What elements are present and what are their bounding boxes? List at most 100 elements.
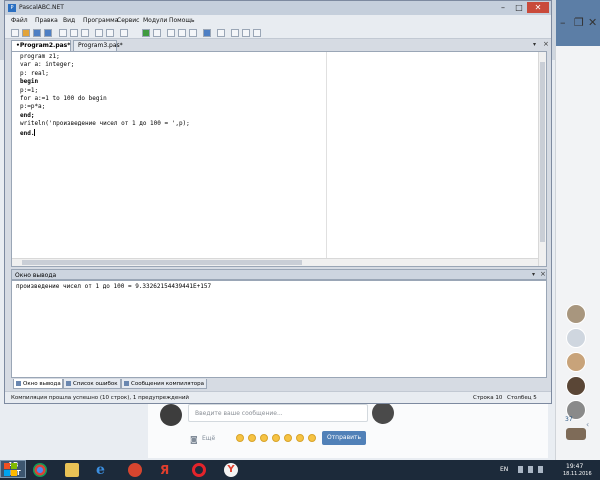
compile-icon[interactable] bbox=[120, 29, 128, 37]
network-icon[interactable] bbox=[528, 466, 533, 473]
restore-icon[interactable]: ❐ bbox=[574, 16, 584, 29]
error-list-icon bbox=[66, 381, 71, 386]
column-label: Столбец bbox=[507, 395, 532, 401]
group-avatar[interactable] bbox=[566, 428, 586, 440]
output-icon bbox=[16, 381, 21, 386]
tab-program2[interactable]: •Program2.pas* bbox=[11, 40, 71, 51]
code-text[interactable]: program z1; var a: integer; p: real; beg… bbox=[20, 53, 190, 138]
form-designer-icon[interactable] bbox=[253, 29, 261, 37]
status-row: Строка 10 bbox=[473, 395, 502, 401]
close-button[interactable]: ✕ bbox=[527, 2, 549, 13]
menu-view[interactable]: Вид bbox=[63, 17, 75, 24]
pin-icon[interactable]: ▾ bbox=[532, 271, 535, 278]
camera-icon[interactable]: ◙ bbox=[190, 435, 198, 444]
menu-help[interactable]: Помощь bbox=[169, 17, 195, 24]
tab-bar: •Program2.pas* Program3.pas* ▾ × bbox=[5, 39, 551, 51]
close-icon[interactable]: × bbox=[540, 270, 546, 278]
row-label: Строка bbox=[473, 395, 494, 401]
step-into-icon[interactable] bbox=[167, 29, 175, 37]
cut-icon[interactable] bbox=[59, 29, 67, 37]
menu-program[interactable]: Программа bbox=[83, 17, 118, 24]
message-input[interactable]: Введите ваше сообщение... bbox=[188, 404, 368, 422]
row-value: 10 bbox=[495, 395, 503, 401]
scroll-thumb[interactable] bbox=[22, 260, 302, 265]
title-bar[interactable]: P PascalABC.NET – □ ✕ bbox=[5, 1, 551, 15]
start-pane bbox=[11, 463, 17, 469]
avatar bbox=[372, 402, 394, 424]
minimize-button[interactable]: – bbox=[495, 2, 511, 13]
paste-icon[interactable] bbox=[81, 29, 89, 37]
emoji-icon[interactable] bbox=[236, 434, 244, 442]
code-editor[interactable]: program z1; var a: integer; p: real; beg… bbox=[11, 51, 547, 267]
tray-icon[interactable] bbox=[518, 466, 523, 473]
form-designer-icon[interactable] bbox=[231, 29, 239, 37]
avatar[interactable] bbox=[566, 352, 586, 372]
emoji-icon[interactable] bbox=[272, 434, 280, 442]
new-file-icon[interactable] bbox=[11, 29, 19, 37]
emoji-icon[interactable] bbox=[308, 434, 316, 442]
tab-error-list[interactable]: Список ошибок bbox=[63, 379, 121, 389]
chrome-icon[interactable] bbox=[33, 463, 47, 477]
format-icon[interactable] bbox=[217, 29, 225, 37]
clock-time[interactable]: 19:47 bbox=[566, 463, 583, 470]
internet-explorer-icon[interactable]: e bbox=[96, 463, 110, 477]
stop-icon[interactable] bbox=[153, 29, 161, 37]
menu-file[interactable]: Файл bbox=[11, 17, 28, 24]
opera-icon[interactable] bbox=[192, 463, 206, 477]
media-player-icon[interactable] bbox=[128, 463, 142, 477]
chevron-down-icon[interactable]: ▾ bbox=[533, 41, 536, 48]
tab-program3[interactable]: Program3.pas* bbox=[73, 40, 123, 51]
language-indicator[interactable]: EN bbox=[500, 466, 508, 473]
emoji-icon[interactable] bbox=[296, 434, 304, 442]
tab-compiler-messages[interactable]: Сообщения компилятора bbox=[121, 379, 207, 389]
form-designer-icon[interactable] bbox=[242, 29, 250, 37]
window-title: PascalABC.NET bbox=[19, 4, 64, 11]
code-line: end. bbox=[20, 129, 35, 137]
menu-service[interactable]: Сервис bbox=[117, 17, 139, 24]
debug-icon[interactable] bbox=[189, 29, 197, 37]
clock-date[interactable]: 18.11.2016 bbox=[563, 471, 592, 477]
avatar[interactable] bbox=[566, 328, 586, 348]
menu-edit[interactable]: Правка bbox=[35, 17, 58, 24]
step-over-icon[interactable] bbox=[178, 29, 186, 37]
text-cursor bbox=[34, 128, 36, 136]
more-attachments[interactable]: Ещё bbox=[202, 435, 215, 442]
tab-output-window[interactable]: Окно вывода bbox=[13, 379, 63, 389]
send-button[interactable]: Отправить bbox=[322, 431, 366, 445]
close-tab-icon[interactable]: × bbox=[543, 40, 549, 48]
avatar[interactable] bbox=[566, 304, 586, 324]
minimize-icon[interactable]: – bbox=[560, 16, 566, 29]
emoji-icon[interactable] bbox=[260, 434, 268, 442]
output-window-icon[interactable] bbox=[203, 29, 211, 37]
column-value: 5 bbox=[533, 395, 537, 401]
run-icon[interactable] bbox=[142, 29, 150, 37]
yandex-icon[interactable]: Y bbox=[224, 463, 238, 477]
code-line: p: real; bbox=[20, 69, 49, 77]
horizontal-scrollbar[interactable] bbox=[12, 258, 538, 266]
folder-icon[interactable] bbox=[65, 463, 79, 477]
scroll-thumb[interactable] bbox=[540, 62, 545, 242]
code-line: p:=1; bbox=[20, 86, 39, 94]
maximize-button[interactable]: □ bbox=[511, 2, 527, 13]
avatar bbox=[160, 404, 182, 426]
output-panel[interactable]: произведение чисел от 1 до 100 = 9.33262… bbox=[11, 280, 547, 378]
yandex-browser-icon[interactable]: Я bbox=[160, 463, 174, 477]
chevron-up-icon[interactable]: ‹ bbox=[586, 420, 589, 429]
margin-guide bbox=[326, 52, 327, 266]
code-line: p:=p*a; bbox=[20, 103, 46, 111]
emoji-icon[interactable] bbox=[284, 434, 292, 442]
emoji-icon[interactable] bbox=[248, 434, 256, 442]
menu-modules[interactable]: Модули bbox=[143, 17, 167, 24]
windows-start-icon[interactable] bbox=[4, 463, 18, 477]
redo-icon[interactable] bbox=[106, 29, 114, 37]
undo-icon[interactable] bbox=[95, 29, 103, 37]
start-pane bbox=[4, 463, 10, 469]
vertical-scrollbar[interactable] bbox=[538, 52, 546, 266]
save-all-icon[interactable] bbox=[44, 29, 52, 37]
open-folder-icon[interactable] bbox=[22, 29, 30, 37]
close-icon[interactable]: ✕ bbox=[588, 16, 597, 29]
copy-icon[interactable] bbox=[70, 29, 78, 37]
volume-icon[interactable] bbox=[538, 466, 543, 473]
avatar[interactable] bbox=[566, 376, 586, 396]
save-icon[interactable] bbox=[33, 29, 41, 37]
